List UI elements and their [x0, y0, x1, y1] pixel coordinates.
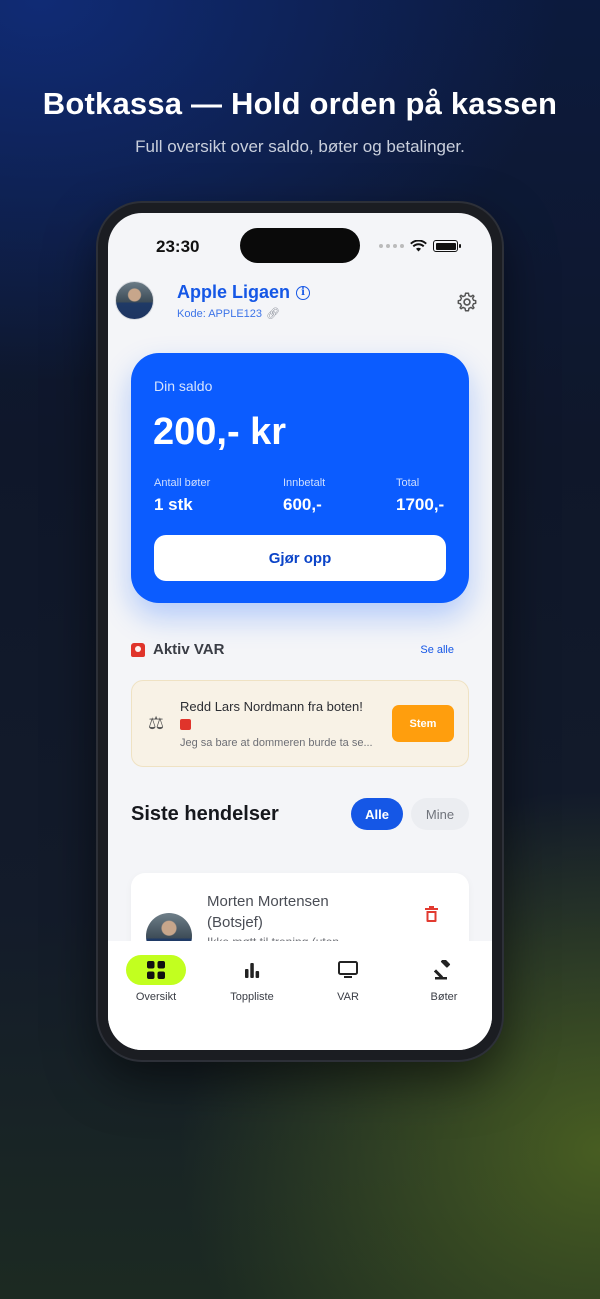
tab-leaderboard-label: Toppliste — [230, 991, 274, 1003]
link-icon: 🔗︎ — [266, 308, 280, 320]
stat-paid-value: 600,- — [283, 495, 322, 514]
var-section-header: Aktiv VAR — [131, 641, 224, 658]
stat-fines-label: Antall bøter — [154, 477, 211, 489]
tab-fines-label: Bøter — [430, 991, 458, 1003]
event-person-name: Morten Mortensen (Botsjef) — [207, 893, 329, 931]
tab-leaderboard[interactable]: Toppliste — [204, 941, 300, 1003]
promo-title: Botkassa — Hold orden på kassen — [42, 86, 558, 121]
trash-icon[interactable] — [425, 906, 438, 922]
battery-icon — [433, 240, 461, 252]
bar-chart-icon — [222, 955, 282, 985]
balance-label: Din saldo — [154, 378, 213, 394]
tab-var[interactable]: VAR — [300, 941, 396, 1003]
team-code[interactable]: Kode: APPLE123 🔗︎ — [177, 307, 280, 321]
stat-total-value: 1700,- — [396, 495, 445, 514]
gavel-icon — [414, 955, 474, 985]
stat-fines: Antall bøter 1 stk — [154, 477, 210, 515]
app-screen: 23:30 Apple Ligaen i Kode: APPLE123 🔗︎ D… — [108, 213, 492, 1050]
signal-icon — [379, 244, 404, 248]
status-time: 23:30 — [156, 237, 200, 256]
filter-all-chip[interactable]: Alle — [351, 798, 403, 830]
gear-icon[interactable] — [456, 291, 478, 313]
info-icon[interactable]: i — [296, 285, 311, 300]
phone-frame: 23:30 Apple Ligaen i Kode: APPLE123 🔗︎ D… — [98, 203, 502, 1060]
balance-amount: 200,- kr — [153, 411, 287, 453]
tab-overview[interactable]: Oversikt — [108, 941, 204, 1003]
tab-var-label: VAR — [337, 991, 359, 1003]
stat-paid-label: Innbetalt — [283, 477, 326, 489]
tab-bar: Oversikt Toppliste VAR Bøter — [108, 941, 492, 1050]
wifi-icon — [410, 240, 427, 252]
events-title: Siste hendelser — [131, 803, 279, 825]
filter-mine-chip[interactable]: Mine — [411, 798, 469, 830]
settle-button[interactable]: Gjør opp — [154, 535, 446, 581]
promo-subtitle: Full oversikt over saldo, bøter og betal… — [135, 137, 465, 156]
vote-button[interactable]: Stem — [392, 705, 454, 742]
stat-total: Total 1700,- — [396, 477, 444, 515]
monitor-icon — [318, 955, 378, 985]
team-avatar[interactable] — [115, 281, 154, 320]
grid-icon — [126, 955, 186, 985]
siren-icon — [131, 642, 145, 657]
stat-fines-value: 1 stk — [154, 495, 193, 514]
var-card-title: Redd Lars Nordmann fra boten! — [180, 699, 363, 714]
team-code-label: Kode: APPLE123 — [177, 307, 263, 320]
tab-fines[interactable]: Bøter — [396, 941, 492, 1003]
balance-card: Din saldo 200,- kr Antall bøter 1 stk In… — [131, 353, 469, 603]
stat-total-label: Total — [396, 477, 420, 489]
dynamic-island — [240, 228, 360, 263]
siren-icon — [180, 719, 191, 730]
team-name-label: Apple Ligaen — [177, 282, 291, 302]
scale-icon: ⚖︎ — [148, 713, 165, 733]
see-all-link[interactable]: Se alle — [420, 644, 454, 656]
var-card-description: Jeg sa bare at dommeren burde ta se... — [180, 737, 373, 749]
var-card[interactable]: ⚖︎ Redd Lars Nordmann fra boten! Jeg sa … — [131, 680, 469, 767]
team-name[interactable]: Apple Ligaen i — [177, 282, 311, 303]
stat-paid: Innbetalt 600,- — [283, 477, 325, 515]
var-section-title: Aktiv VAR — [153, 641, 225, 658]
tab-overview-label: Oversikt — [135, 991, 177, 1003]
status-icons — [379, 240, 461, 252]
